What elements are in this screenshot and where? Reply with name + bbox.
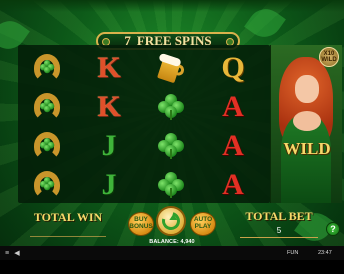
spin-arrow-icon <box>158 208 184 234</box>
reel-grid: KKJJQAAA <box>18 45 270 203</box>
game-mode-label: FUN <box>287 250 299 256</box>
wild-character-chest <box>293 111 321 131</box>
clover-symbol <box>146 88 196 126</box>
bottom-letterbox <box>0 260 344 274</box>
letter-symbol-k: K <box>84 49 134 87</box>
symbol-letter: K <box>97 90 121 123</box>
letter-symbol-q: Q <box>208 49 258 87</box>
reel-column <box>146 45 196 203</box>
beer-mug-icon <box>156 52 186 84</box>
status-bar: ≡ ◀ FUN 23:47 <box>0 246 344 260</box>
total-bet-value: 5 <box>240 226 318 238</box>
symbol-letter: J <box>101 168 117 201</box>
clover-icon <box>158 133 184 159</box>
menu-icon[interactable]: ≡ <box>2 248 12 258</box>
horseshoe-symbol <box>22 166 72 204</box>
letter-symbol-a: A <box>208 166 258 204</box>
beer-symbol <box>146 49 196 87</box>
reel-column: QAAA <box>208 45 258 203</box>
horseshoe-icon <box>32 91 62 123</box>
letter-symbol-a: A <box>208 127 258 165</box>
symbol-letter: K <box>97 51 121 84</box>
reel-column <box>22 45 72 203</box>
horseshoe-symbol <box>22 127 72 165</box>
letter-symbol-a: A <box>208 88 258 126</box>
reel-column: KKJJ <box>84 45 134 203</box>
help-button[interactable]: ? <box>326 222 340 236</box>
buy-bonus-button[interactable]: BUY BONUS <box>128 212 154 236</box>
letter-symbol-j: J <box>84 166 134 204</box>
horseshoe-icon <box>32 52 62 84</box>
letter-symbol-k: K <box>84 88 134 126</box>
symbol-letter: Q <box>221 51 245 84</box>
clover-icon <box>158 172 184 198</box>
wild-reel: WILD X10 WILD <box>270 45 342 203</box>
total-win-value <box>30 227 106 237</box>
symbol-letter: J <box>101 129 117 162</box>
symbol-letter: A <box>222 168 244 201</box>
balance-label: BALANCE: <box>149 239 179 245</box>
symbol-letter: A <box>222 129 244 162</box>
balance-value: 4,940 <box>180 239 195 245</box>
clover-symbol <box>146 127 196 165</box>
letter-symbol-j: J <box>84 127 134 165</box>
horseshoe-symbol <box>22 49 72 87</box>
wild-label: WILD <box>283 139 331 158</box>
clover-icon <box>158 94 184 120</box>
wild-multiplier-badge: X10 WILD <box>319 47 339 67</box>
total-bet-panel[interactable]: TOTAL BET 5 <box>240 209 318 238</box>
total-win-label: TOTAL WIN <box>33 210 103 224</box>
auto-play-button[interactable]: AUTO PLAY <box>190 212 216 236</box>
clock-time: 23:47 <box>318 250 332 256</box>
wild-character-face <box>295 75 319 103</box>
horseshoe-icon <box>32 130 62 162</box>
top-shadow <box>0 0 344 12</box>
balance-display: BALANCE: 4,940 <box>130 239 214 245</box>
horseshoe-symbol <box>22 88 72 126</box>
speaker-icon[interactable]: ◀ <box>12 248 22 258</box>
clover-symbol <box>146 166 196 204</box>
spin-button[interactable] <box>156 206 186 236</box>
total-bet-label: TOTAL BET <box>245 209 313 223</box>
horseshoe-icon <box>32 169 62 201</box>
total-win-panel: TOTAL WIN <box>30 210 106 237</box>
game-stage: 7 FREE SPINS KKJJQAAA WILD X10 WILD TOTA… <box>0 0 344 274</box>
symbol-letter: A <box>222 90 244 123</box>
